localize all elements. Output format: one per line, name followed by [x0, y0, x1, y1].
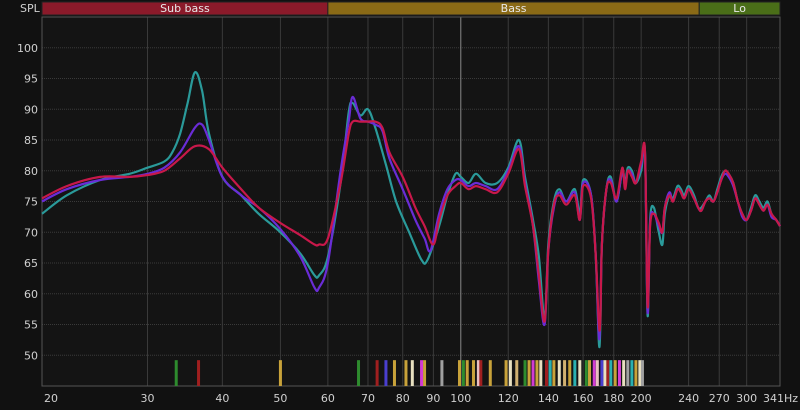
- marker-bar: [613, 360, 617, 386]
- x-tick-label: 120: [498, 392, 519, 405]
- x-tick-label: 140: [538, 392, 559, 405]
- y-tick-label: 75: [24, 196, 38, 209]
- marker-bar: [634, 360, 638, 386]
- marker-bar: [531, 360, 535, 386]
- marker-bar: [638, 360, 642, 386]
- marker-bar: [552, 360, 556, 386]
- x-tick-label: 50: [273, 392, 287, 405]
- x-tick-label: 300: [736, 392, 757, 405]
- marker-bar: [420, 360, 424, 386]
- marker-bar: [584, 360, 588, 386]
- marker-bar: [606, 360, 610, 386]
- x-tick-label: 20: [44, 392, 58, 405]
- marker-bar: [600, 360, 604, 386]
- marker-bar: [410, 360, 414, 386]
- marker-bar: [488, 360, 492, 386]
- marker-bar: [568, 360, 572, 386]
- y-tick-label: 60: [24, 288, 38, 301]
- marker-bar: [384, 360, 388, 386]
- marker-bar: [461, 360, 465, 386]
- x-tick-label: 40: [215, 392, 229, 405]
- marker-bar: [640, 360, 644, 386]
- marker-bar: [440, 360, 444, 386]
- y-tick-label: 85: [24, 134, 38, 147]
- band-label-0: Sub bass: [160, 2, 210, 15]
- y-tick-label: 100: [17, 42, 38, 55]
- marker-bar: [573, 360, 577, 386]
- y-tick-labels: 50 55 60 65 70 75 80 85 90 95 100: [17, 42, 38, 363]
- x-tick-label: 30: [141, 392, 155, 405]
- marker-bar: [527, 360, 531, 386]
- x-tick-label: 270: [709, 392, 730, 405]
- marker-bar: [375, 360, 379, 386]
- y-tick-label: 50: [24, 349, 38, 362]
- marker-bar: [457, 360, 461, 386]
- marker-bar: [174, 360, 178, 386]
- marker-bar: [630, 360, 634, 386]
- marker-bar: [548, 360, 552, 386]
- marker-bar: [278, 360, 282, 386]
- marker-bar: [622, 360, 626, 386]
- marker-bar: [197, 360, 201, 386]
- marker-bar: [609, 360, 613, 386]
- marker-bar: [626, 360, 630, 386]
- y-tick-label: 70: [24, 226, 38, 239]
- marker-bar: [535, 360, 539, 386]
- frequency-response-chart: Sub bass Bass Lo SPL 50 55 60 65 70 75 80 85 90 95 1…: [0, 0, 800, 410]
- grid: [41, 16, 781, 387]
- marker-bar: [479, 360, 483, 386]
- marker-bar: [578, 360, 582, 386]
- x-tick-label: 60: [321, 392, 335, 405]
- y-axis-title: SPL: [20, 2, 41, 15]
- x-tick-label: 200: [631, 392, 652, 405]
- x-tick-label: 100: [450, 392, 471, 405]
- x-tick-label: 160: [573, 392, 594, 405]
- y-tick-label: 90: [24, 103, 38, 116]
- marker-bar: [504, 360, 508, 386]
- x-tick-label: 341Hz: [763, 392, 798, 405]
- marker-bar: [523, 360, 527, 386]
- marker-bar: [603, 360, 607, 386]
- x-tick-label: 240: [678, 392, 699, 405]
- marker-bar: [508, 360, 512, 386]
- y-tick-label: 80: [24, 165, 38, 178]
- x-tick-label: 90: [426, 392, 440, 405]
- x-tick-label: 180: [603, 392, 624, 405]
- y-tick-label: 55: [24, 319, 38, 332]
- marker-bar: [357, 360, 361, 386]
- marker-bar: [595, 360, 599, 386]
- spl-chart-svg: Sub bass Bass Lo SPL 50 55 60 65 70 75 80 85 90 95 1…: [17, 1, 798, 405]
- marker-bar: [465, 360, 469, 386]
- frequency-bands: Sub bass Bass Lo: [41, 1, 781, 16]
- marker-bar: [515, 360, 519, 386]
- y-tick-label: 95: [24, 73, 38, 86]
- marker-bar: [617, 360, 621, 386]
- marker-bar: [563, 360, 567, 386]
- marker-bar: [471, 360, 475, 386]
- marker-bar: [544, 360, 548, 386]
- band-label-1: Bass: [501, 2, 527, 15]
- band-label-2: Lo: [733, 2, 746, 15]
- marker-bar: [392, 360, 396, 386]
- x-tick-label: 70: [361, 392, 375, 405]
- y-tick-label: 65: [24, 257, 38, 270]
- marker-bar: [557, 360, 561, 386]
- marker-bar: [588, 360, 592, 386]
- x-tick-label: 80: [396, 392, 410, 405]
- marker-bar: [404, 360, 408, 386]
- x-tick-labels: 20 30 40 50 60 70 80 90 100 120 140 160 180 200 240 270…: [44, 392, 798, 405]
- marker-bar: [423, 360, 427, 386]
- marker-bar: [539, 360, 543, 386]
- marker-bar: [592, 360, 596, 386]
